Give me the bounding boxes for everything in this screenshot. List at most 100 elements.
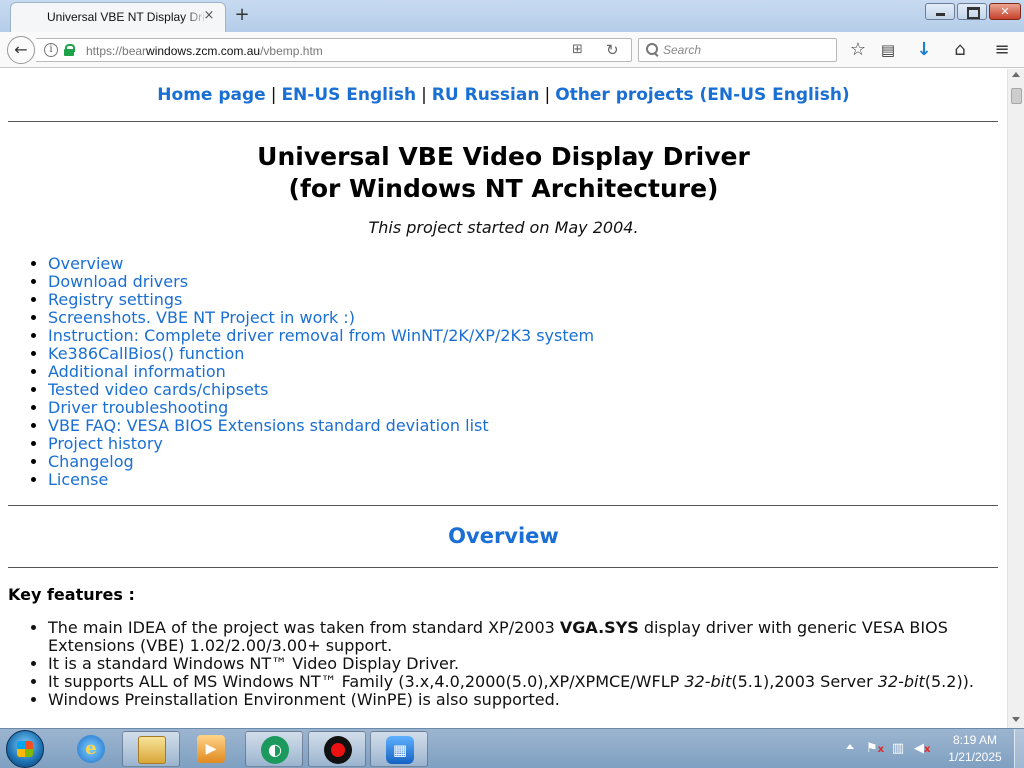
navigation-toolbar: ← i https://bearwindows.zcm.com.au/vbemp… [0,32,1024,68]
maximize-button[interactable] [957,3,987,20]
close-window-button[interactable] [989,3,1021,20]
feature-item: The main IDEA of the project was taken f… [48,619,998,655]
feature-item: It is a standard Windows NT™ Video Displ… [48,655,998,673]
horizontal-rule [8,567,998,568]
horizontal-rule [8,505,998,506]
minimize-button[interactable] [925,3,955,20]
clock-time[interactable]: 8:19 AM [940,733,1010,747]
url-host: windows.zcm.com.au [146,44,261,58]
vertical-scrollbar[interactable] [1007,69,1024,728]
toc-link-overview[interactable]: Overview [48,254,123,273]
toc-item: Download drivers [48,273,594,291]
show-hidden-icons-arrow-icon[interactable] [846,744,854,749]
taskbar-file-explorer[interactable] [122,731,180,767]
toc-link-license[interactable]: License [48,470,108,489]
feature-italic-text: 32-bit [877,672,925,691]
table-of-contents: Overview Download drivers Registry setti… [48,255,594,489]
volume-muted-icon[interactable]: ◀x [914,741,930,757]
toc-link-screenshots[interactable]: Screenshots. VBE NT Project in work :) [48,308,355,327]
library-icon[interactable]: ▤ [876,38,900,62]
feature-text: The main IDEA of the project was taken f… [48,618,560,637]
horizontal-rule [8,121,998,122]
scroll-down-arrow-icon[interactable] [1012,717,1020,722]
record-icon [324,736,352,764]
toc-item: License [48,471,594,489]
toc-item: Additional information [48,363,594,381]
toc-link-additional-information[interactable]: Additional information [48,362,226,381]
taskbar-media-player[interactable]: ▶ [182,731,240,767]
system-tray: ⚑x ▥ ◀x 8:19 AM 1/21/2025 [840,729,1024,768]
lock-icon[interactable] [64,44,75,56]
overview-heading[interactable]: Overview [0,524,1007,548]
download-icon[interactable]: ↓ [912,38,936,62]
scroll-up-arrow-icon[interactable] [1012,72,1020,77]
toc-link-project-history[interactable]: Project history [48,434,163,453]
en-us-english-link[interactable]: EN-US English [281,85,416,105]
url-prefix: https://bear [86,44,147,58]
page-viewport: Home page | EN-US English | RU Russian | Other… [0,69,1007,728]
toc-link-ke386callbios[interactable]: Ke386CallBios() function [48,344,244,363]
taskbar-screen-recorder[interactable] [308,731,366,767]
url-text[interactable]: https://bearwindows.zcm.com.au/vbemp.htm [86,44,323,58]
toc-item: Registry settings [48,291,594,309]
browser-tab[interactable]: Universal VBE NT Display Driver × [10,2,226,32]
new-tab-button[interactable]: + [232,5,252,25]
info-icon[interactable]: i [44,43,58,57]
toc-link-changelog[interactable]: Changelog [48,452,134,471]
bookmark-star-icon[interactable]: ☆ [846,38,870,62]
top-navigation: Home page | EN-US English | RU Russian | Other… [0,85,1007,105]
feature-text: (5.2)). [924,672,975,691]
search-placeholder: Search [663,43,702,57]
page-title-line1: Universal VBE Video Display Driver [257,142,750,171]
toc-link-tested-cards[interactable]: Tested video cards/chipsets [48,380,269,399]
url-path: /vbemp.htm [260,44,323,58]
toc-item: Instruction: Complete driver removal fro… [48,327,594,345]
action-center-flag-icon[interactable]: ⚑x [866,741,885,757]
taskbar-app[interactable]: ◐ [245,731,303,767]
toc-item: Ke386CallBios() function [48,345,594,363]
toc-link-vbe-faq[interactable]: VBE FAQ: VESA BIOS Extensions standard d… [48,416,489,435]
home-icon[interactable]: ⌂ [948,38,972,62]
toc-link-registry-settings[interactable]: Registry settings [48,290,182,309]
feature-italic-text: 32-bit [684,672,732,691]
start-button[interactable] [6,730,44,768]
toc-link-download-drivers[interactable]: Download drivers [48,272,188,291]
reload-icon[interactable]: ↻ [606,42,622,58]
error-x-icon: x [877,744,885,755]
feature-text: It supports ALL of MS Windows NT™ Family… [48,672,685,691]
feature-item: It supports ALL of MS Windows NT™ Family… [48,673,998,691]
taskbar: e ▶ ◐ ▦ ⚑x ▥ ◀x 8:19 AM 1/21/2025 [0,728,1024,768]
film-icon: ▦ [386,736,414,764]
nav-separator: | [421,85,427,105]
nav-separator: | [270,85,277,105]
ru-russian-link[interactable]: RU Russian [432,85,540,105]
page-title-line2: (for Windows NT Architecture) [288,174,719,203]
back-button[interactable]: ← [7,36,35,64]
toc-link-driver-removal[interactable]: Instruction: Complete driver removal fro… [48,326,594,345]
taskbar-internet-explorer[interactable]: e [62,731,120,767]
reader-view-icon[interactable]: ⊞ [572,43,588,57]
home-page-link[interactable]: Home page [157,85,265,105]
toc-item: Driver troubleshooting [48,399,594,417]
toc-link-troubleshooting[interactable]: Driver troubleshooting [48,398,228,417]
media-player-icon: ▶ [197,735,225,763]
show-desktop-button[interactable] [1014,729,1024,768]
folder-icon [138,736,166,764]
toc-item: VBE FAQ: VESA BIOS Extensions standard d… [48,417,594,435]
toc-item: Project history [48,435,594,453]
taskbar-video-app[interactable]: ▦ [370,731,428,767]
feature-bold-text: VGA.SYS [559,618,639,637]
toc-item: Overview [48,255,594,273]
feature-text: (5.1),2003 Server [731,672,878,691]
hamburger-menu-icon[interactable]: ≡ [990,38,1014,62]
search-input[interactable]: Search [638,38,837,62]
flag-glyph: ⚑ [866,741,878,756]
network-icon[interactable]: ▥ [890,741,906,757]
scroll-thumb[interactable] [1011,88,1022,104]
search-icon [646,43,658,55]
url-bar[interactable]: i https://bearwindows.zcm.com.au/vbemp.h… [36,38,632,62]
key-features-heading: Key features : [8,585,135,604]
other-projects-link[interactable]: Other projects (EN-US English) [555,85,850,105]
clock-date[interactable]: 1/21/2025 [940,750,1010,764]
tab-close-icon[interactable]: × [201,8,217,24]
